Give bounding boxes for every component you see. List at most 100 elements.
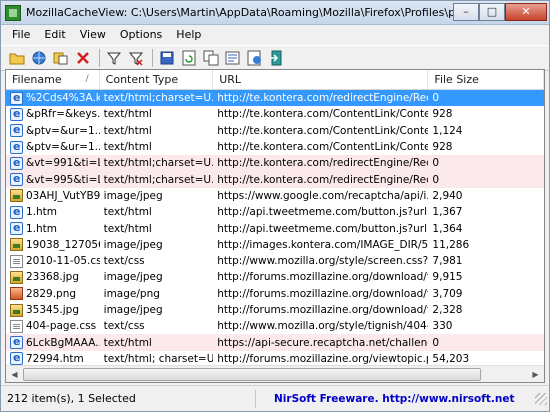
table-row[interactable]: 23368.jpg image/jpeg http://forums.mozilla… — [6, 269, 544, 285]
copy-icon[interactable] — [201, 48, 221, 68]
table-row[interactable]: 19038_1270564...image/jpeg http://images.… — [6, 237, 544, 253]
table-row[interactable]: 2010-11-05.css text/css http://www.mozilla… — [6, 253, 544, 269]
cell-url: http://forums.mozillazine.org/download/f… — [217, 304, 429, 316]
cell-content-type: text/css — [103, 320, 145, 333]
cell-filename: &ptv=&ur=1... — [6, 123, 100, 139]
table-row[interactable]: 1.htm text/html http://api.tweetmeme.com/b… — [6, 220, 544, 236]
table-row[interactable]: 404-page.css text/css http://www.mozilla.o… — [6, 318, 544, 334]
cell-filename: &vt=991&ti=L... — [6, 155, 100, 171]
cell-filename: 2010-11-05.css — [6, 253, 100, 269]
toolbar-separator — [152, 49, 153, 67]
cell-content-type: text/html;charset=U... — [103, 157, 214, 170]
cell-filename: 1.htm — [6, 204, 100, 220]
cell-filename: 19038_1270564... — [6, 237, 100, 253]
table-row[interactable]: &ptv=&ur=1...text/html http://te.kontera.… — [6, 139, 544, 155]
table-row[interactable]: 6LckBgMAAA...text/html https://api-secure… — [6, 334, 544, 351]
table-row[interactable]: 2829.png image/png http://forums.mozillazi… — [6, 286, 544, 302]
cell-file-size: 11,286 — [432, 238, 470, 251]
column-header-file-size[interactable]: File Size — [428, 70, 544, 89]
filename-text: &pRfr=&keys... — [26, 108, 100, 121]
maximize-button[interactable]: □ — [479, 2, 505, 21]
list-rows: %2Cds4%3A.k...text/html;charset=U...http… — [6, 90, 544, 367]
filename-text: &ptv=&ur=1... — [26, 124, 100, 137]
table-row[interactable]: &pRfr=&keys...text/html http://te.kontera… — [6, 106, 544, 122]
table-row[interactable]: 35345.jpg image/jpeg http://forums.mozilla… — [6, 302, 544, 318]
filename-text: 1.htm — [26, 206, 58, 219]
column-header-url[interactable]: URL — [213, 70, 429, 89]
table-row[interactable]: 1.htm text/html http://api.tweetmeme.com/b… — [6, 204, 544, 220]
open-folder-icon[interactable] — [7, 48, 27, 68]
menu-file[interactable]: File — [5, 25, 37, 45]
cell-url: http://te.kontera.com/ContentLink/Conten… — [217, 124, 429, 137]
html-report-icon[interactable] — [245, 48, 265, 68]
resize-grip-icon[interactable] — [535, 392, 547, 405]
column-header-content-type[interactable]: Content Type — [100, 70, 214, 89]
scroll-right-icon[interactable]: ▶ — [527, 366, 544, 383]
refresh-icon[interactable] — [179, 48, 199, 68]
cell-filename: &ptv=&ur=1... — [6, 139, 100, 155]
html-file-icon — [10, 106, 23, 122]
jpeg-file-icon — [10, 238, 23, 252]
status-credit-link[interactable]: NirSoft Freeware. http://www.nirsoft.net — [256, 393, 535, 405]
close-button[interactable]: ✕ — [505, 2, 547, 21]
minimize-button[interactable]: – — [453, 2, 479, 21]
menu-options[interactable]: Options — [113, 25, 169, 45]
jpeg-file-icon — [10, 303, 23, 317]
menu-view[interactable]: View — [73, 25, 113, 45]
png-file-icon — [10, 287, 23, 301]
filter-clear-icon[interactable] — [126, 48, 146, 68]
cell-file-size: 2,328 — [432, 304, 463, 316]
cell-url: http://www.mozilla.org/style/screen.css?… — [217, 255, 429, 268]
filename-text: 2829.png — [26, 287, 77, 300]
filter-icon[interactable] — [104, 48, 124, 68]
cell-content-type: image/jpeg — [103, 271, 163, 284]
filename-text: 6LckBgMAAA... — [26, 336, 100, 349]
cell-content-type: text/html — [103, 124, 152, 137]
cache-list[interactable]: Filename / Content Type URL File Size %2C… — [5, 69, 545, 383]
cell-filename: 35345.jpg — [6, 302, 100, 318]
delete-icon[interactable] — [73, 48, 93, 68]
column-header-filename[interactable]: Filename / — [6, 70, 100, 89]
cell-url: https://www.google.com/recaptcha/api/i..… — [217, 189, 429, 202]
cell-content-type: text/html — [103, 108, 152, 121]
cell-file-size: 7,981 — [432, 255, 463, 268]
cell-file-size: 0 — [432, 157, 440, 170]
save-icon[interactable] — [157, 48, 177, 68]
exit-icon[interactable] — [267, 48, 287, 68]
copy-files-icon[interactable] — [51, 48, 71, 68]
menu-help[interactable]: Help — [169, 25, 208, 45]
cell-content-type: text/html — [103, 222, 152, 235]
scroll-left-icon[interactable]: ◀ — [6, 366, 23, 383]
scroll-track[interactable] — [23, 367, 527, 382]
menu-edit[interactable]: Edit — [37, 25, 72, 45]
cell-filename: &pRfr=&keys... — [6, 106, 100, 122]
cell-content-type: text/html;charset=U... — [103, 173, 214, 186]
scroll-thumb[interactable] — [23, 367, 481, 381]
cell-url: http://te.kontera.com/ContentLink/Conten… — [217, 141, 429, 154]
cell-file-size: 9,915 — [432, 271, 463, 284]
html-file-icon — [10, 139, 23, 155]
properties-icon[interactable] — [223, 48, 243, 68]
table-row[interactable]: &vt=991&ti=L...text/html;charset=U...htt… — [6, 155, 544, 172]
title-bar[interactable]: MozillaCacheView: C:\Users\Martin\AppDat… — [1, 1, 549, 25]
table-row[interactable]: &vt=995&ti=L...text/html;charset=U...htt… — [6, 171, 544, 188]
cell-content-type: image/jpeg — [103, 304, 163, 316]
cell-content-type: text/html;charset=U... — [103, 92, 214, 105]
sort-indicator: / — [85, 74, 89, 84]
filename-text: 1.htm — [26, 222, 58, 235]
cell-content-type: text/css — [103, 255, 145, 268]
table-row[interactable]: 03AHJ_VutYB9...image/jpeg https://www.goo… — [6, 188, 544, 204]
cell-url: https://api-secure.recaptcha.net/challen… — [217, 336, 429, 349]
jpeg-file-icon — [10, 270, 23, 284]
list-header: Filename / Content Type URL File Size — [6, 70, 544, 90]
cell-url: http://api.tweetmeme.com/button.js?url=.… — [217, 206, 429, 219]
toolbar — [1, 45, 549, 71]
filename-text: 19038_1270564... — [26, 238, 100, 251]
cell-filename: %2Cds4%3A.k... — [6, 90, 100, 106]
table-row[interactable]: %2Cds4%3A.k...text/html;charset=U...http… — [6, 90, 544, 107]
horizontal-scrollbar[interactable]: ◀ ▶ — [6, 365, 544, 382]
status-item-count: 212 item(s), 1 Selected — [1, 389, 256, 408]
table-row[interactable]: &ptv=&ur=1...text/html http://te.kontera.… — [6, 123, 544, 139]
globe-icon[interactable] — [29, 48, 49, 68]
cell-filename: &vt=995&ti=L... — [6, 172, 100, 188]
